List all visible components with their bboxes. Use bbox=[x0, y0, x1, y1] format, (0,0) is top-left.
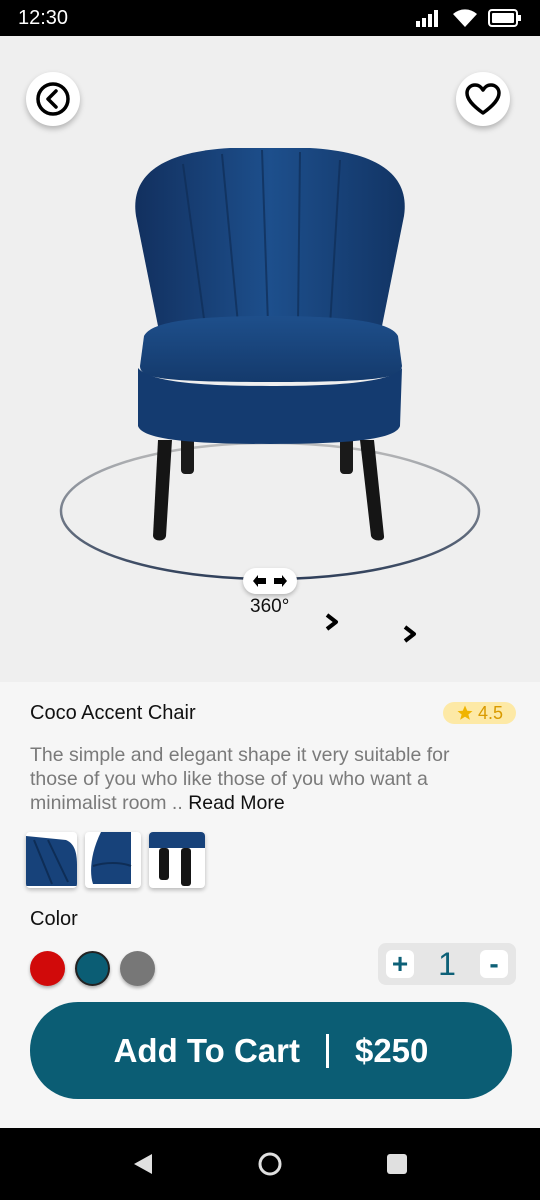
wifi-icon bbox=[453, 9, 477, 27]
product-description: The simple and elegant shape it very sui… bbox=[30, 743, 500, 815]
cart-price: $250 bbox=[354, 1031, 429, 1069]
chevron-right-icon[interactable] bbox=[402, 624, 418, 644]
rotate-handle[interactable] bbox=[243, 568, 297, 594]
read-more-link[interactable]: Read More bbox=[188, 792, 284, 814]
back-button[interactable] bbox=[26, 72, 80, 126]
system-nav-bar bbox=[0, 1128, 540, 1200]
chevron-right-icon[interactable] bbox=[324, 612, 340, 632]
rating-value: 4.5 bbox=[477, 702, 504, 723]
thumbnail[interactable] bbox=[85, 832, 141, 888]
favorite-button[interactable] bbox=[456, 72, 510, 126]
nav-home-icon[interactable] bbox=[257, 1151, 283, 1177]
nav-back-icon[interactable] bbox=[132, 1152, 154, 1176]
decrement-button[interactable]: - bbox=[479, 950, 508, 978]
chevron-left-icon bbox=[36, 82, 70, 116]
quantity-value: 1 bbox=[438, 945, 456, 982]
arrow-left-icon bbox=[253, 575, 266, 587]
star-icon bbox=[457, 705, 473, 720]
heart-icon bbox=[465, 83, 501, 115]
thumbnail[interactable] bbox=[26, 832, 77, 888]
status-icons bbox=[416, 8, 522, 28]
product-title: Coco Accent Chair bbox=[30, 702, 196, 724]
product-hero: 360° bbox=[0, 36, 540, 682]
cart-divider bbox=[325, 1033, 329, 1068]
increment-button[interactable]: + bbox=[386, 950, 414, 978]
signal-icon bbox=[416, 10, 438, 27]
color-swatches bbox=[30, 951, 155, 986]
color-label: Color bbox=[30, 908, 78, 930]
rotation-label: 360° bbox=[250, 596, 290, 617]
nav-recents-icon[interactable] bbox=[386, 1153, 408, 1175]
thumbnail-strip bbox=[26, 832, 205, 888]
add-to-cart-button[interactable]: Add To Cart $250 bbox=[30, 1002, 512, 1099]
color-swatch-red[interactable] bbox=[30, 951, 65, 986]
thumbnail[interactable] bbox=[149, 832, 205, 888]
status-time: 12:30 bbox=[18, 6, 69, 29]
status-bar: 12:30 bbox=[0, 0, 540, 36]
battery-icon bbox=[488, 9, 521, 27]
color-swatch-teal[interactable] bbox=[75, 951, 110, 986]
arrow-right-icon bbox=[274, 575, 287, 587]
rating-badge: 4.5 bbox=[443, 702, 516, 724]
quantity-stepper: + 1 - bbox=[378, 943, 516, 985]
color-swatch-gray[interactable] bbox=[120, 951, 155, 986]
cart-label: Add To Cart bbox=[113, 1031, 300, 1069]
